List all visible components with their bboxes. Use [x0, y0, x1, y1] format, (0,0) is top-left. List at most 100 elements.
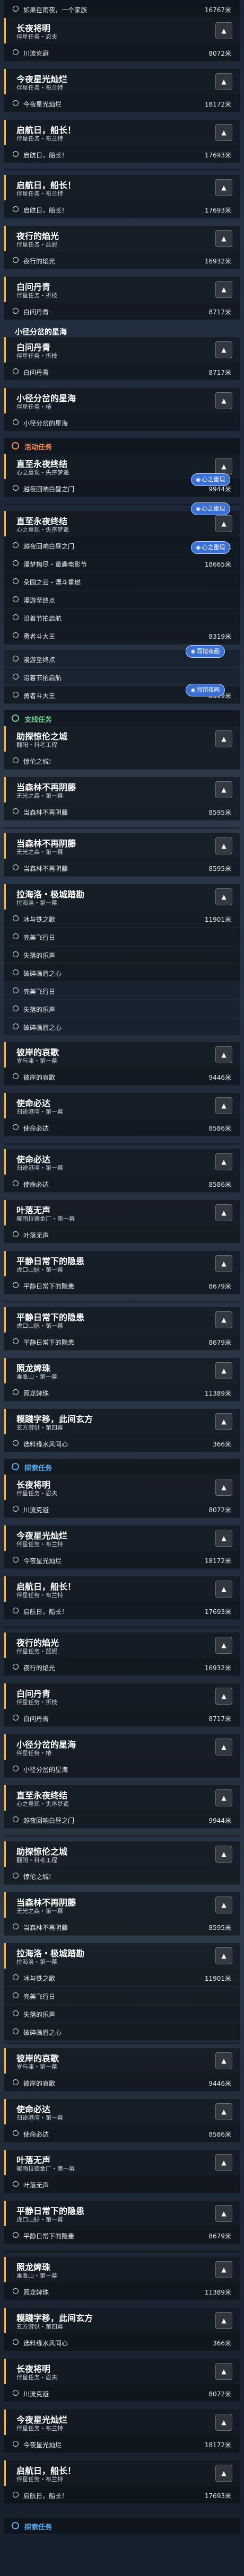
quest-step-row[interactable]: 失落的乐声 [4, 946, 240, 964]
quest-step-row[interactable]: 平静日常下的隐患 8679米 [4, 1333, 240, 1351]
quest-step-row[interactable]: 小径分岔的星海 [4, 413, 240, 431]
quest-header[interactable]: 白问丹青 伴星任务・折枝 ▲ [4, 1683, 240, 1709]
quest-step-row[interactable]: 白问丹青 8717米 [4, 1709, 240, 1727]
quest-header[interactable]: 白问丹青 伴星任务・折枝 ▲ [4, 277, 240, 302]
quest-header[interactable]: 平静日常下的隐患 虎口山脉・第一幕 ▲ [4, 2201, 240, 2226]
chevron-up-icon[interactable]: ▲ [215, 2261, 232, 2278]
chevron-up-icon[interactable]: ▲ [215, 2414, 232, 2431]
chevron-up-icon[interactable]: ▲ [215, 2154, 232, 2171]
quest-step-row[interactable]: 启航日，船长！ 17693米 [4, 2486, 240, 2504]
quest-step-row[interactable]: 失落的乐声 [4, 1000, 240, 1018]
chevron-up-icon[interactable]: ▲ [215, 1153, 232, 1170]
chevron-up-icon[interactable]: ▲ [215, 2052, 232, 2069]
quest-step-row[interactable]: 勇者斗大王 8319米 [4, 627, 240, 645]
chevron-up-icon[interactable]: ▲ [215, 730, 232, 747]
quest-header[interactable]: 助探惊伦之城 翻阳・科考工程 ▲ [4, 1841, 240, 1867]
chevron-up-icon[interactable]: ▲ [215, 1581, 232, 1598]
quest-header[interactable]: 糢踐字移，此间玄方 玄方游供・第四幕 ▲ [4, 2308, 240, 2333]
chevron-up-icon[interactable]: ▲ [215, 1637, 232, 1654]
quest-step-row[interactable]: 彼岸的哀歌 9446米 [4, 1068, 240, 1086]
chevron-up-icon[interactable]: ▲ [215, 2363, 232, 2380]
quest-step-row[interactable]: 今夜星光灿烂 18172米 [4, 1551, 240, 1569]
quest-header[interactable]: 使命必达 归途港湾・第一幕 ▲ [4, 1149, 240, 1175]
quest-header[interactable]: 今夜星光灿烂 伴星任务・布兰特 ▲ [4, 69, 240, 94]
quest-header[interactable]: 夜行的焰光 伴星任务・琵妮 ▲ [4, 1633, 240, 1658]
chevron-up-icon[interactable]: ▲ [215, 2312, 232, 2329]
chevron-up-icon[interactable]: ▲ [215, 1046, 232, 1063]
quest-header[interactable]: 今夜星光灿烂 伴星任务・布兰特 ▲ [4, 2410, 240, 2435]
quest-step-row[interactable]: 使命必达 8586米 [4, 1118, 240, 1136]
quest-header[interactable]: 夜行的焰光 伴星任务・琵妮 ▲ [4, 226, 240, 251]
quest-step-row[interactable]: 惊伦之城! [4, 752, 240, 770]
quest-step-row[interactable]: 川流克避 8072米 [4, 2384, 240, 2402]
chevron-up-icon[interactable]: ▲ [215, 392, 232, 409]
quest-header[interactable]: 长夜将明 伴星任务・忍夫 ▲ [4, 1475, 240, 1500]
quest-step-row[interactable]: 沿着节拍启航 [4, 668, 240, 686]
quest-step-row[interactable]: 川流克避 8072米 [4, 1500, 240, 1518]
character-tag-badge[interactable]: ◉ 心之重现 [191, 502, 230, 515]
chevron-up-icon[interactable]: ▲ [215, 179, 232, 196]
quest-step-row[interactable]: 惊伦之城! [4, 1867, 240, 1885]
quest-step-row[interactable]: 夜行的焰光 16932米 [4, 1658, 240, 1676]
quest-step-row[interactable]: 平静日常下的隐患 8679米 [4, 2226, 240, 2244]
quest-step-row[interactable]: 沿着节拍启航 [4, 608, 240, 627]
quest-header[interactable]: 当森林不再阴藤 无光之森・第一幕 ▲ [4, 1892, 240, 1918]
quest-step-row[interactable]: 冰与铁之歌 11901米 [4, 910, 240, 928]
quest-step-row[interactable]: 白问丹青 8717米 [4, 363, 240, 381]
quest-header[interactable]: 彼岸的哀歌 岁与津・第一幕 ▲ [4, 1042, 240, 1068]
quest-header[interactable]: 拉海洛・极城踏勘 拉海洛・第一幕 ▲ [4, 1943, 240, 1969]
chevron-up-icon[interactable]: ▲ [215, 281, 232, 298]
quest-step-row[interactable]: 破碎画眉之心 [4, 1018, 240, 1036]
quest-step-row[interactable]: 今夜星光灿烂 18172米 [4, 94, 240, 112]
chevron-up-icon[interactable]: ▲ [215, 1739, 232, 1755]
character-tag-badge[interactable]: ◉ 心之重现 [191, 473, 230, 486]
chevron-up-icon[interactable]: ▲ [215, 888, 232, 905]
chevron-up-icon[interactable]: ▲ [215, 1688, 232, 1705]
quest-step-row[interactable]: 平静日常下的隐患 8679米 [4, 1276, 240, 1294]
quest-header[interactable]: 当森林不再阴藤 无光之森・第一幕 ▲ [4, 833, 240, 859]
chevron-up-icon[interactable]: ▲ [215, 124, 232, 141]
quest-header[interactable]: 白问丹青 伴星任务・折枝 ▲ [4, 337, 240, 363]
quest-step-row[interactable]: 破碎画眉之心 [4, 964, 240, 982]
chevron-up-icon[interactable]: ▲ [215, 1530, 232, 1547]
quest-header[interactable]: 当森林不再阴藤 无光之森・第一幕 ▲ [4, 777, 240, 802]
quest-step-row[interactable]: 彼岸的哀歌 9446米 [4, 2074, 240, 2092]
quest-header[interactable]: 照龙婢珠 乘胤山・第一幕 ▲ [4, 1358, 240, 1383]
chevron-up-icon[interactable]: ▲ [215, 73, 232, 90]
chevron-up-icon[interactable]: ▲ [215, 22, 232, 39]
chevron-up-icon[interactable]: ▲ [215, 837, 232, 854]
quest-header[interactable]: 小径分岔的星海 伴星任务・椿 ▲ [4, 388, 240, 413]
chevron-up-icon[interactable]: ▲ [215, 2465, 232, 2482]
quest-step-row[interactable]: 照龙婢珠 11389米 [4, 2282, 240, 2300]
chevron-up-icon[interactable]: ▲ [215, 1789, 232, 1806]
chevron-up-icon[interactable]: ▲ [215, 1204, 232, 1221]
quest-header[interactable]: 启航日，船长！ 伴星任务・布兰特 ▲ [4, 1576, 240, 1602]
quest-header[interactable]: 平静日常下的隐患 虎口山脉・第一幕 ▲ [4, 1251, 240, 1276]
quest-step-row[interactable]: 川流克避 8072米 [4, 43, 240, 61]
quest-step-row[interactable]: 叶落无声 [4, 2175, 240, 2193]
quest-header[interactable]: 启航日，船长！ 伴星任务・布兰特 ▲ [4, 120, 240, 145]
chevron-up-icon[interactable]: ▲ [215, 1479, 232, 1496]
quest-step-row[interactable]: 漫梦掏尽・童趣电影节 18665米 [4, 554, 240, 572]
quest-header[interactable]: 叶落无声 暖雨拉德金厂・第一幕 ▲ [4, 1200, 240, 1225]
quest-step-row[interactable]: 启航日，船长！ 17693米 [4, 200, 240, 218]
quest-step-row[interactable]: 白问丹青 8717米 [4, 302, 240, 320]
quest-step-row[interactable]: 选料缘水风同心 366米 [4, 1434, 240, 1452]
character-tag-badge[interactable]: ◉ 闯馆夜画 [186, 684, 225, 696]
chevron-up-icon[interactable]: ▲ [215, 230, 232, 247]
quest-step-row[interactable]: 当森林不再阴藤 8595米 [4, 859, 240, 877]
chevron-up-icon[interactable]: ▲ [215, 2103, 232, 2120]
quest-header[interactable]: 启航日，船长！ 伴星任务・布兰特 ▲ [4, 175, 240, 200]
chevron-up-icon[interactable]: ▲ [215, 1413, 232, 1430]
quest-step-row[interactable]: 选料缘水风同心 366米 [4, 2333, 240, 2351]
character-tag-badge[interactable]: ◉ 心之重现 [191, 541, 230, 554]
quest-step-row[interactable]: 使命必达 8586米 [4, 2124, 240, 2142]
quest-step-row[interactable]: 当森林不再阴藤 8595米 [4, 802, 240, 821]
quest-step-row[interactable]: 当森林不再阴藤 8595米 [4, 1918, 240, 1936]
quest-header[interactable]: 小径分岔的星海 伴星任务・椿 ▲ [4, 1734, 240, 1760]
quest-header[interactable]: 今夜星光灿烂 伴星任务・布兰特 ▲ [4, 1525, 240, 1551]
quest-header[interactable]: 糢踐字移，此间玄方 玄方游供・第四幕 ▲ [4, 1409, 240, 1434]
quest-step-row[interactable]: 越夜回响白昼之门 9944米 [4, 1811, 240, 1829]
chevron-up-icon[interactable]: ▲ [215, 1947, 232, 1964]
chevron-up-icon[interactable]: ▲ [215, 1846, 232, 1863]
